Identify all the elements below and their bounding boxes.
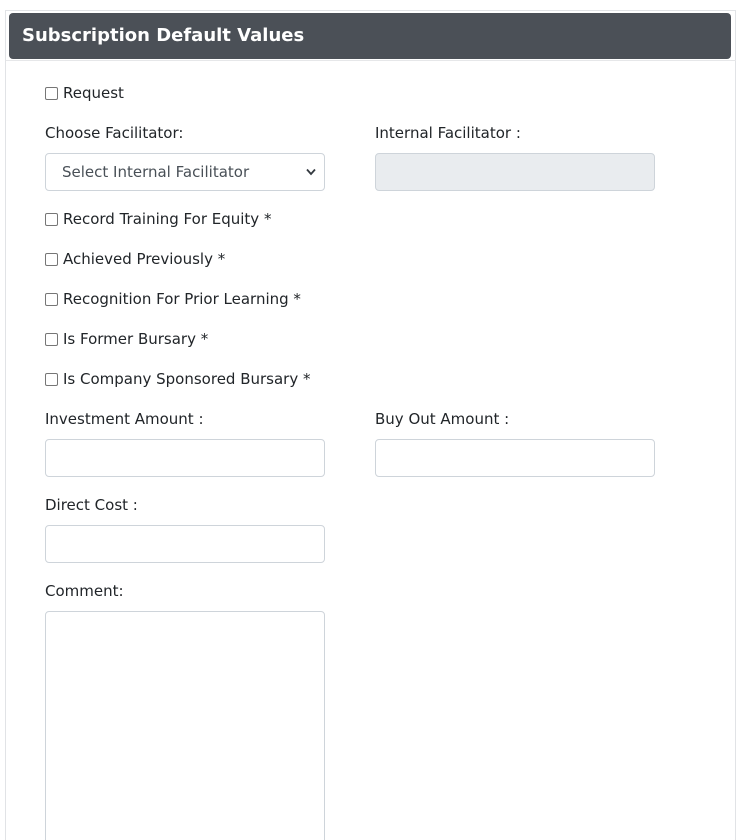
choose-facilitator-label: Choose Facilitator: xyxy=(45,124,184,142)
internal-facilitator-field xyxy=(375,153,655,191)
company-sponsored-bursary-checkbox[interactable] xyxy=(45,372,58,386)
facilitator-select[interactable]: Select Internal Facilitator xyxy=(45,153,325,191)
former-bursary-checkbox-row[interactable]: Is Former Bursary * xyxy=(45,329,208,349)
facilitator-select-value: Select Internal Facilitator xyxy=(62,163,250,181)
direct-cost-input[interactable] xyxy=(45,525,325,563)
request-checkbox[interactable] xyxy=(45,86,58,100)
card-header-divider xyxy=(6,60,736,61)
record-training-checkbox[interactable] xyxy=(45,212,58,226)
company-sponsored-bursary-checkbox-row[interactable]: Is Company Sponsored Bursary * xyxy=(45,369,311,389)
buy-out-amount-input[interactable] xyxy=(375,439,655,477)
request-label: Request xyxy=(63,84,124,102)
achieved-previously-label: Achieved Previously * xyxy=(63,250,226,268)
achieved-previously-checkbox-row[interactable]: Achieved Previously * xyxy=(45,249,225,269)
recognition-prior-learning-checkbox[interactable] xyxy=(45,292,58,306)
investment-amount-label: Investment Amount : xyxy=(45,410,204,428)
achieved-previously-checkbox[interactable] xyxy=(45,252,58,266)
investment-amount-input[interactable] xyxy=(45,439,325,477)
comment-label: Comment: xyxy=(45,582,124,600)
internal-facilitator-label: Internal Facilitator : xyxy=(375,124,521,142)
former-bursary-checkbox[interactable] xyxy=(45,332,58,346)
recognition-prior-learning-checkbox-row[interactable]: Recognition For Prior Learning * xyxy=(45,289,301,309)
direct-cost-label: Direct Cost : xyxy=(45,496,138,514)
company-sponsored-bursary-label: Is Company Sponsored Bursary * xyxy=(63,370,311,388)
buy-out-amount-label: Buy Out Amount : xyxy=(375,410,510,428)
record-training-checkbox-row[interactable]: Record Training For Equity * xyxy=(45,209,271,229)
chevron-down-icon xyxy=(306,168,316,176)
former-bursary-label: Is Former Bursary * xyxy=(63,330,209,348)
page: Subscription Default Values Request Choo… xyxy=(0,0,737,840)
recognition-prior-learning-label: Recognition For Prior Learning * xyxy=(63,290,301,308)
record-training-label: Record Training For Equity * xyxy=(63,210,272,228)
card-header: Subscription Default Values xyxy=(9,13,731,59)
comment-textarea[interactable] xyxy=(45,611,325,840)
card-title: Subscription Default Values xyxy=(22,25,305,46)
request-checkbox-row[interactable]: Request xyxy=(45,83,124,103)
